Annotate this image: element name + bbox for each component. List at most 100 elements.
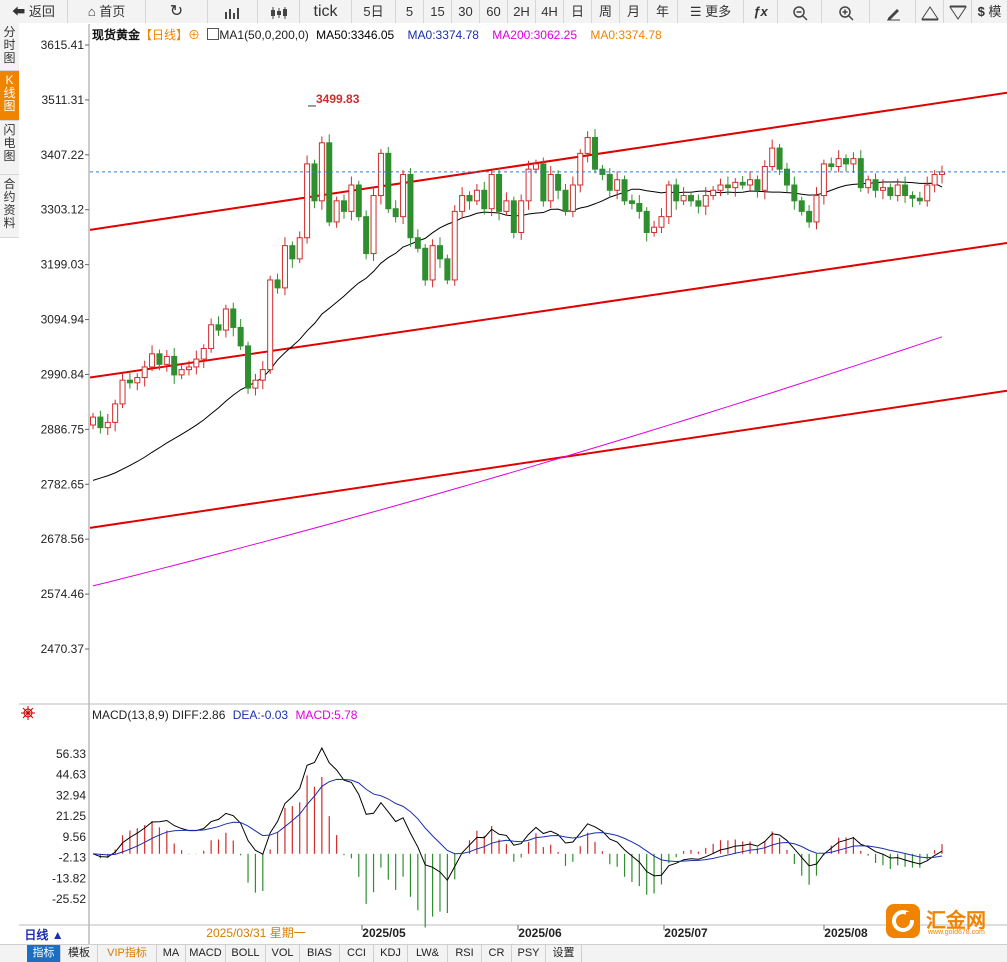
tab-cr[interactable]: CR: [482, 945, 512, 962]
candle-down: [363, 216, 370, 255]
tab-bias[interactable]: BIAS: [300, 945, 340, 962]
tab-indicators[interactable]: 指标: [27, 945, 61, 962]
candle-down: [592, 137, 599, 170]
macd-tick-label: 9.56: [63, 830, 87, 844]
candle-down: [156, 353, 163, 365]
candle-down: [621, 179, 628, 202]
candle-up: [584, 137, 591, 154]
candle-down: [739, 181, 746, 186]
candle-up: [569, 184, 576, 212]
candle-up: [296, 237, 303, 260]
tab-kdj[interactable]: KDJ: [374, 945, 408, 962]
candle-up: [208, 324, 215, 350]
candle-down: [230, 308, 237, 328]
candle-down: [828, 163, 835, 168]
candle-up: [200, 348, 207, 360]
candle-down: [606, 173, 613, 191]
macd-settings-icon[interactable]: [21, 706, 35, 720]
price-tick-label: 3511.31: [42, 93, 85, 107]
candle-up: [820, 163, 827, 197]
ma50-value: MA50:3346.05: [316, 28, 395, 42]
candle-up: [732, 181, 739, 189]
tab-macd[interactable]: MACD: [186, 945, 226, 962]
candle-up: [702, 195, 709, 207]
candle-up: [835, 158, 842, 168]
date-axis-label: 2025/05: [362, 926, 406, 940]
diff-value: DIFF:2.86: [172, 708, 226, 722]
candle-down: [724, 184, 731, 189]
date-axis-label: 2025/06: [518, 926, 562, 940]
ma-label: MA1(50,0,200,0): [219, 28, 309, 42]
candle-down: [695, 200, 702, 207]
candle-down: [422, 247, 429, 281]
candle-down: [215, 324, 222, 331]
tab-vip-indicators[interactable]: VIP指标: [98, 945, 157, 962]
candle-up: [400, 173, 407, 218]
candle-up: [348, 184, 355, 212]
candle-down: [444, 258, 451, 281]
candle-up: [185, 366, 192, 371]
candle-down: [562, 189, 569, 212]
tab-boll[interactable]: BOLL: [226, 945, 266, 962]
candle-up: [532, 163, 539, 170]
candle-down: [798, 200, 805, 212]
candle-down: [916, 197, 923, 202]
candle-up: [473, 189, 480, 202]
tab-vol[interactable]: VOL: [266, 945, 300, 962]
candle-down: [274, 279, 281, 289]
period-label: 【日线】: [140, 28, 189, 42]
tab-ma[interactable]: MA: [157, 945, 186, 962]
candle-up: [747, 179, 754, 186]
candle-down: [843, 158, 850, 165]
price-tick-label: 3199.03: [41, 258, 85, 272]
candle-down: [392, 208, 399, 218]
candle-down: [687, 195, 694, 202]
legend-toggle-icon[interactable]: ⊕: [188, 28, 200, 42]
tab-cci[interactable]: CCI: [340, 945, 374, 962]
candle-up: [370, 195, 377, 255]
candle-down: [481, 189, 488, 210]
candle-up: [459, 195, 466, 212]
candle-up: [304, 163, 311, 239]
candle-down: [97, 416, 104, 429]
tab-templates[interactable]: 模板: [61, 945, 98, 962]
candle-down: [510, 200, 517, 233]
candle-up: [377, 152, 384, 197]
candle-down: [245, 345, 252, 389]
chart-legend: 现货黄金【日线】⊕ MA1(50,0,200,0) MA50:3346.05 M…: [92, 26, 662, 43]
candle-down: [540, 163, 547, 202]
candle-down: [289, 245, 296, 260]
bottom-indicator-bar: 指标 模板 VIP指标 MA MACD BOLL VOL BIAS CCI KD…: [0, 944, 1007, 962]
macd-label: MACD(13,8,9): [92, 708, 169, 722]
period-button[interactable]: 日线 ▲: [22, 927, 66, 943]
candle-up: [429, 245, 436, 281]
candle-up: [141, 366, 148, 379]
candle-up: [193, 358, 200, 368]
tab-psy[interactable]: PSY: [512, 945, 546, 962]
candle-up: [104, 421, 111, 429]
candle-down: [636, 202, 643, 212]
candle-up: [769, 147, 776, 168]
candle-down: [909, 195, 916, 199]
date-axis-label: 2025/08: [824, 926, 868, 940]
candle-up: [865, 179, 872, 189]
price-tick-label: 2574.46: [41, 587, 85, 601]
macd-tick-label: 56.33: [56, 747, 86, 761]
candle-down: [776, 147, 783, 170]
candle-up: [163, 355, 170, 365]
tab-rsi[interactable]: RSI: [448, 945, 482, 962]
candle-up: [267, 279, 274, 371]
instrument-name: 现货黄金: [92, 28, 141, 42]
tab-lwr[interactable]: LW&: [408, 945, 448, 962]
candle-up: [850, 158, 857, 165]
date-axis-label: 2025/07: [664, 926, 708, 940]
candle-down: [466, 195, 473, 202]
ma-settings-icon[interactable]: [207, 28, 220, 40]
tab-settings[interactable]: 设置: [546, 945, 582, 962]
candle-down: [806, 210, 813, 223]
price-tick-label: 3407.22: [41, 148, 85, 162]
candle-up: [894, 184, 901, 197]
candle-down: [754, 179, 761, 191]
kline-chart[interactable]: 3615.41 3511.31 3407.22 3303.12 3199.03 3094.…: [0, 0, 1007, 944]
macd-value: MACD:5.78: [295, 708, 358, 722]
